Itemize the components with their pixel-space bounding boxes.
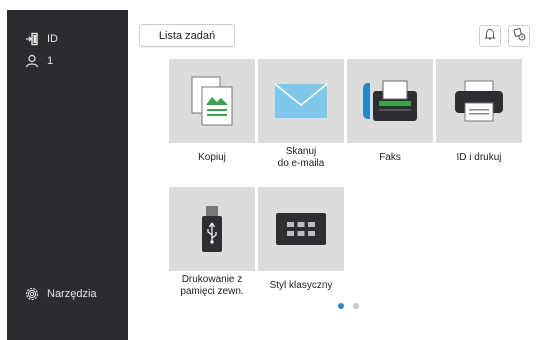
tile-scan-label: Skanuj do e-maila [277, 146, 325, 169]
page-dot[interactable] [353, 303, 359, 309]
login-door-icon [25, 32, 39, 46]
user-icon [25, 54, 39, 68]
email-envelope-icon [258, 59, 344, 143]
job-status-button[interactable] [508, 25, 530, 47]
tile-fax[interactable]: Faks [347, 59, 433, 173]
tile-copy[interactable]: Kopiuj [169, 59, 255, 173]
gear-icon [25, 287, 39, 301]
tile-scan-to-email[interactable]: Skanuj do e-maila [258, 59, 344, 173]
notification-button[interactable] [479, 25, 501, 47]
sidebar: ID 1 Narzędzia [7, 10, 128, 340]
copy-icon [169, 59, 255, 143]
printer-icon [436, 59, 522, 143]
tile-classic-style[interactable]: Styl klasyczny [258, 187, 344, 301]
tile-fax-label: Faks [379, 152, 401, 163]
keypad-icon [258, 187, 344, 271]
document-clock-icon [512, 27, 526, 46]
tools-button[interactable]: Narzędzia [25, 287, 97, 301]
user-count: 1 [47, 55, 54, 67]
tile-copy-label: Kopiuj [198, 152, 226, 163]
fax-icon [347, 59, 433, 143]
tile-id-print-label: ID i drukuj [456, 152, 502, 163]
job-list-button[interactable]: Lista zadań [139, 24, 235, 47]
page-indicator [338, 303, 359, 309]
user-item[interactable]: 1 [25, 54, 53, 68]
tools-label: Narzędzia [47, 288, 97, 300]
id-login-item[interactable]: ID [25, 32, 58, 46]
page-dot-active[interactable] [338, 303, 344, 309]
main-area: Lista zadań Kopiuj Skanuj do e-maila Fak… [128, 10, 550, 340]
tile-memory-label: Drukowanie z pamięci zewn. [180, 274, 244, 297]
usb-drive-icon [169, 187, 255, 271]
tile-classic-label: Styl klasyczny [269, 280, 333, 291]
tile-id-print[interactable]: ID i drukuj [436, 59, 522, 173]
id-label: ID [47, 33, 58, 45]
job-list-label: Lista zadań [158, 29, 216, 42]
tile-print-from-memory[interactable]: Drukowanie z pamięci zewn. [169, 187, 255, 301]
bell-icon [483, 27, 497, 46]
